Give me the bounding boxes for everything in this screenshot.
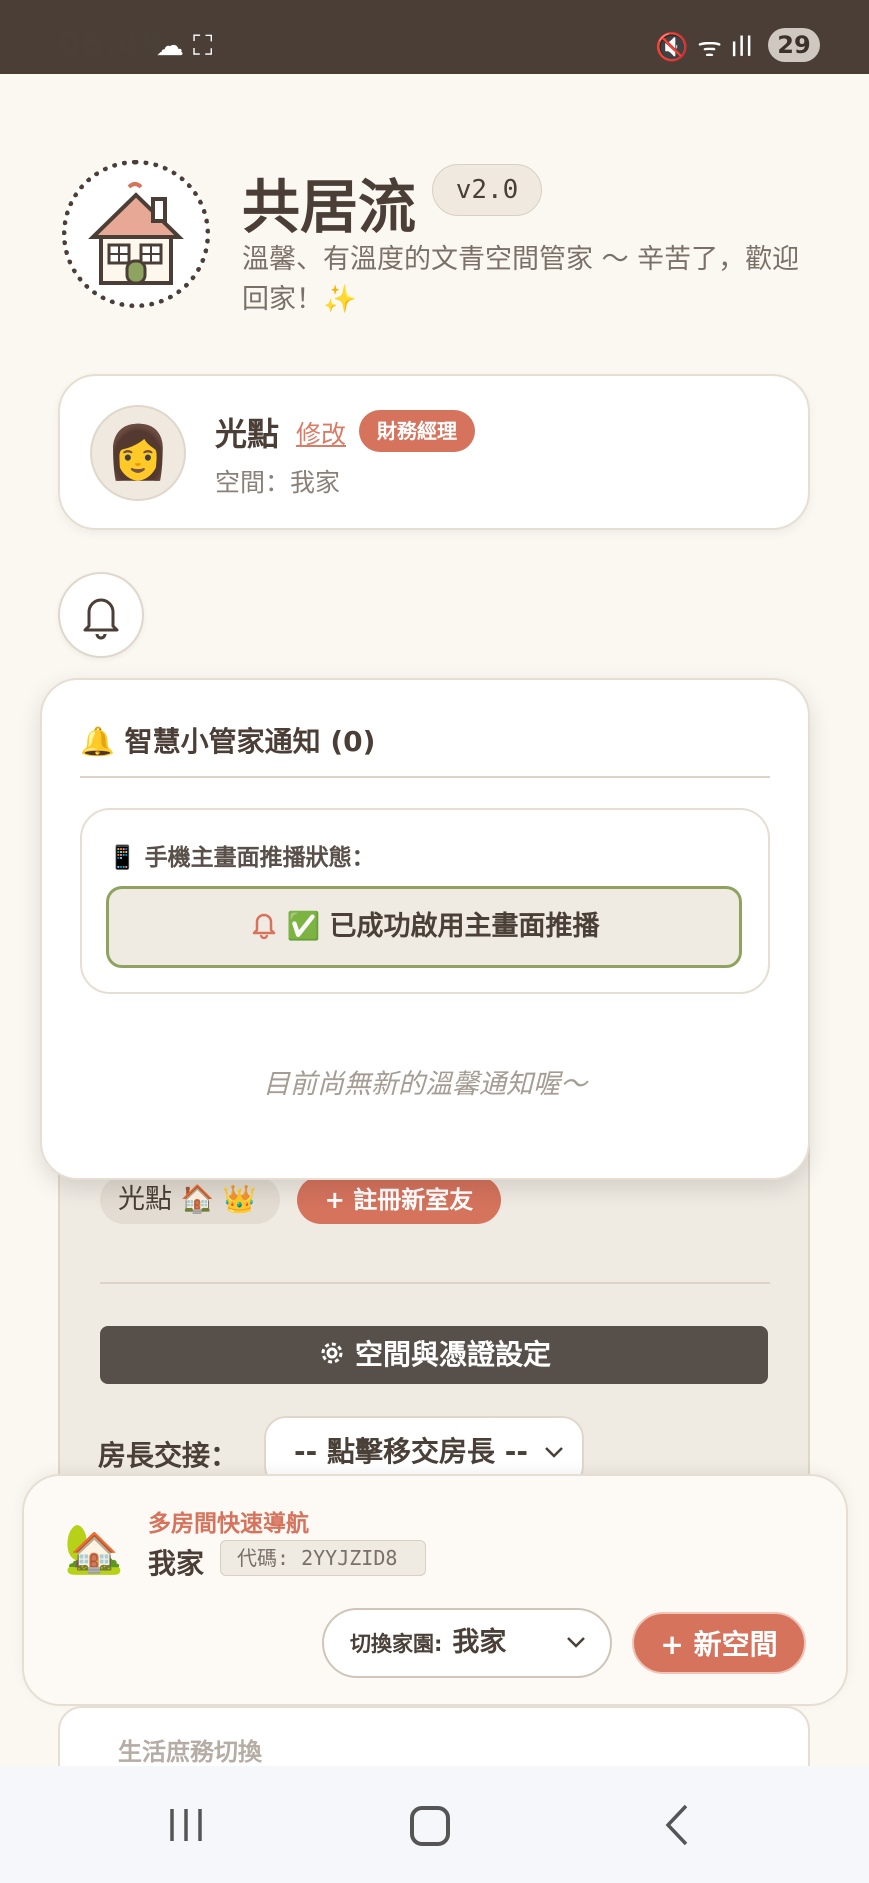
edit-name-link[interactable]: 修改 (296, 415, 346, 451)
switch-home-select[interactable]: 切換家園: 我家 (322, 1608, 612, 1678)
section-divider (100, 1282, 770, 1284)
battery-indicator: 29 (768, 28, 820, 62)
status-left-icons: ☁ ⛶ (156, 29, 213, 62)
app-logo (62, 160, 210, 308)
notification-bell-button[interactable] (58, 572, 144, 658)
push-status-text: ✅ 已成功啟用主畫面推播 (286, 911, 600, 942)
house-icon (88, 182, 184, 285)
status-right-icons: 🔇 ᯤ ıll (655, 32, 753, 63)
current-space-label: 空間：我家 (215, 468, 341, 497)
role-badge: 財務經理 (359, 410, 475, 452)
back-button[interactable] (662, 1800, 692, 1861)
home-button[interactable] (410, 1806, 450, 1846)
recent-apps-button[interactable] (166, 1805, 206, 1855)
home-code: 代碼: 2YYJZID8 (220, 1540, 426, 1576)
space-settings-label: 空間與憑證設定 (354, 1338, 551, 1371)
empty-notification-message: 目前尚無新的溫馨通知喔〜 (263, 1069, 587, 1100)
app-title: 共居流 (242, 173, 417, 241)
recent-apps-icon (170, 1809, 202, 1841)
new-space-button[interactable]: + 新空間 (632, 1612, 806, 1674)
push-status-button[interactable]: ✅ 已成功啟用主畫面推播 (106, 886, 742, 968)
current-home-name: 我家 (148, 1547, 205, 1580)
status-time: 06:49 (58, 24, 164, 63)
gear-icon (317, 1330, 347, 1364)
register-roommate-button[interactable]: + 註冊新室友 (297, 1176, 501, 1224)
house-garden-icon: 🏡 (64, 1521, 124, 1577)
switch-home-value: 我家 (452, 1627, 507, 1658)
user-name: 光點 (215, 415, 280, 453)
version-badge: v2.0 (432, 164, 542, 216)
switch-home-label: 切換家園: (350, 1632, 443, 1656)
notification-divider (80, 776, 770, 778)
life-affairs-label: 生活庶務切換 (118, 1738, 262, 1766)
bell-icon (248, 894, 280, 940)
chevron-down-icon (564, 1610, 588, 1702)
push-status-label: 📱 手機主畫面推播狀態： (108, 845, 375, 871)
app-subtitle: 溫馨、有溫度的文青空間管家 〜 辛苦了，歡迎回家！✨ (242, 244, 800, 315)
member-chip: 光點 🏠 👑 (100, 1176, 280, 1224)
notification-title: 🔔 智慧小管家通知 (0) (80, 725, 376, 758)
space-settings-button[interactable]: 空間與憑證設定 (100, 1326, 768, 1384)
back-icon (665, 1804, 688, 1846)
owner-transfer-value: -- 點擊移交房長 -- (294, 1435, 528, 1468)
avatar: 👩 (90, 405, 186, 501)
bell-icon (83, 598, 119, 640)
quick-nav-title: 多房間快速導航 (148, 1511, 309, 1537)
owner-transfer-label: 房長交接： (98, 1439, 239, 1472)
